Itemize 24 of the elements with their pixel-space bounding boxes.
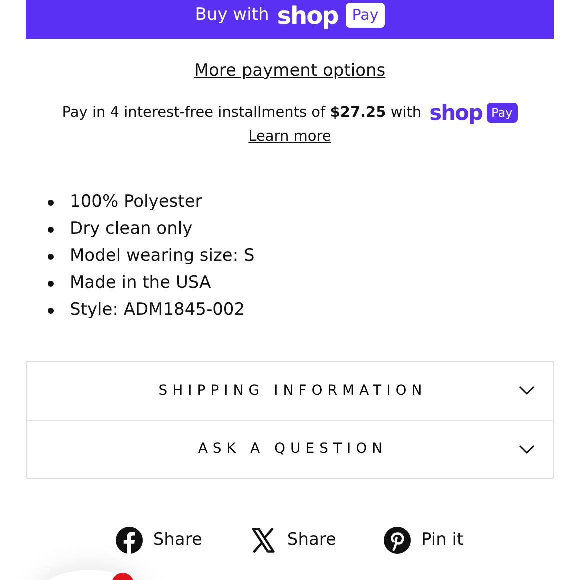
x-logo-icon (250, 527, 278, 554)
shop-logo: shop (430, 102, 483, 124)
buy-with-shop-pay-button[interactable]: Buy with shop Pay (26, 0, 554, 39)
share-link[interactable]: Pin it (384, 527, 464, 554)
share-link[interactable]: Share (116, 527, 202, 554)
installments-text: Pay in 4 interest-free installments of $27.25 with (62, 104, 422, 122)
bullet-icon (48, 280, 54, 286)
detail-item: Style: ADM1845-002 (70, 298, 246, 322)
detail-item: Dry clean only (70, 218, 193, 241)
chevron-icon (519, 444, 535, 454)
detail-item: 100% Polyester (70, 190, 202, 214)
detail-item: Made in the USA (70, 272, 212, 295)
bullet-icon (48, 200, 54, 206)
facebook-icon (116, 527, 144, 554)
pay-badge: Pay (486, 103, 518, 124)
bullet-icon (48, 308, 54, 314)
learn-more-link[interactable]: Learn more (248, 129, 332, 146)
bullet-icon (48, 226, 54, 232)
share-link[interactable]: Share (250, 527, 336, 554)
chevron-icon (519, 386, 535, 396)
pinterest-icon (384, 527, 412, 554)
bullet-icon (48, 254, 54, 260)
detail-item: Model wearing size: S (70, 244, 255, 268)
more-payment-options-link[interactable]: More payment options (194, 61, 386, 81)
